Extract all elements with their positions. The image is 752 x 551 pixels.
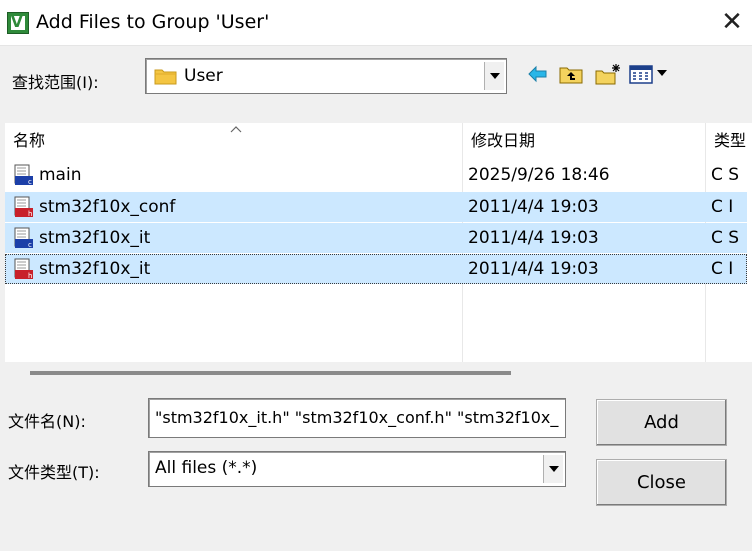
up-folder-icon[interactable] <box>558 63 584 85</box>
file-type: C I <box>711 259 734 279</box>
svg-text:c: c <box>28 178 32 186</box>
file-type: C S <box>711 228 740 248</box>
file-name: main <box>39 165 82 185</box>
file-name: stm32f10x_it <box>39 259 151 279</box>
svg-text:h: h <box>28 210 32 218</box>
file-type-dropdown[interactable]: All files (*.*) <box>148 451 566 487</box>
file-name-input[interactable]: "stm32f10x_it.h" "stm32f10x_conf.h" "stm… <box>148 398 566 438</box>
c-header-file-icon: h <box>14 196 33 218</box>
file-type-value: All files (*.*) <box>155 458 258 478</box>
file-type-label: 文件类型(T): <box>8 463 100 482</box>
app-logo-icon <box>7 12 29 34</box>
column-header-type[interactable]: 类型 <box>706 123 752 159</box>
file-name-label: 文件名(N): <box>8 412 86 431</box>
view-menu-icon[interactable] <box>629 63 673 85</box>
file-row-stm32f10x-it-h[interactable]: h stm32f10x_it 2011/4/4 19:03 C I <box>5 254 747 284</box>
chevron-down-icon <box>490 73 500 79</box>
file-row-main[interactable]: c main 2025/9/26 18:46 C S <box>5 160 747 190</box>
c-source-file-icon: c <box>14 227 33 249</box>
close-icon[interactable]: ✕ <box>718 8 746 36</box>
title-bar: Add Files to Group 'User' ✕ <box>0 0 752 46</box>
horizontal-scrollbar[interactable] <box>30 371 511 375</box>
file-name: stm32f10x_it <box>39 228 151 248</box>
back-arrow-icon[interactable] <box>527 63 549 85</box>
file-type: C I <box>711 197 734 217</box>
look-in-label: 查找范围(I): <box>12 73 99 92</box>
close-button[interactable]: Close <box>596 459 727 506</box>
add-button[interactable]: Add <box>596 399 727 446</box>
file-date: 2011/4/4 19:03 <box>468 259 599 279</box>
file-date: 2011/4/4 19:03 <box>468 197 599 217</box>
svg-text:c: c <box>28 241 32 249</box>
column-header-date[interactable]: 修改日期 <box>463 123 705 159</box>
new-folder-icon[interactable] <box>594 63 622 85</box>
file-type: C S <box>711 165 740 185</box>
svg-text:h: h <box>28 272 32 280</box>
look-in-value: User <box>184 66 223 86</box>
file-date: 2025/9/26 18:46 <box>468 165 610 185</box>
c-source-file-icon: c <box>14 164 33 186</box>
file-name: stm32f10x_conf <box>39 197 176 217</box>
file-date: 2011/4/4 19:03 <box>468 228 599 248</box>
file-type-dropdown-button[interactable] <box>543 455 563 483</box>
chevron-down-icon <box>549 466 559 472</box>
file-row-stm32f10x-it-c[interactable]: c stm32f10x_it 2011/4/4 19:03 C S <box>5 223 747 253</box>
file-row-stm32f10x-conf[interactable]: h stm32f10x_conf 2011/4/4 19:03 C I <box>5 192 747 222</box>
sort-ascending-icon <box>230 126 242 133</box>
window-title: Add Files to Group 'User' <box>36 11 270 33</box>
c-header-file-icon: h <box>14 258 33 280</box>
look-in-dropdown-button[interactable] <box>484 62 504 90</box>
look-in-dropdown[interactable]: User <box>145 58 507 94</box>
folder-icon <box>154 69 177 85</box>
